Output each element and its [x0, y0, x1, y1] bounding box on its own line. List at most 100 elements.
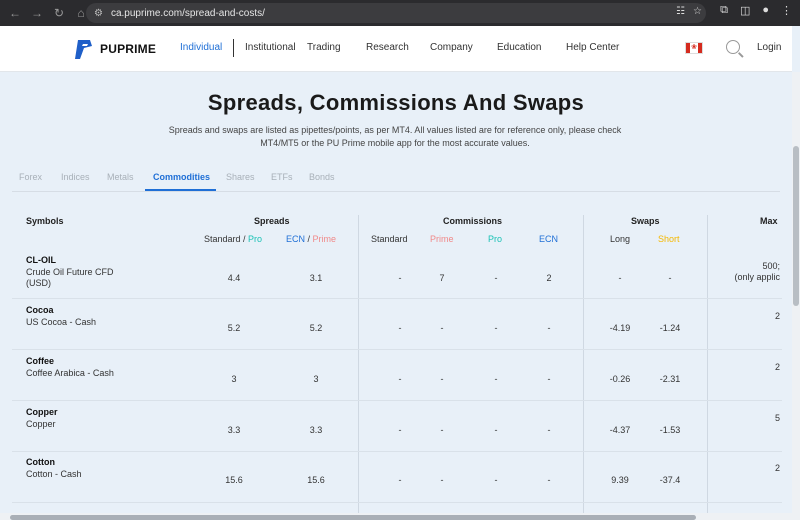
row-separator	[12, 400, 782, 401]
sub-ecn: ECN	[286, 234, 306, 244]
cell-com-prime: -	[440, 475, 444, 485]
cell-com-ecn: -	[547, 475, 551, 485]
cell-spread-std: 3	[231, 374, 237, 384]
cell-com-std: -	[398, 425, 402, 435]
tab-indices[interactable]: Indices	[61, 172, 90, 182]
tab-forex[interactable]: Forex	[19, 172, 42, 182]
cell-com-ecn: 2	[546, 273, 552, 283]
cell-com-std: -	[398, 475, 402, 485]
cell-com-pro: -	[494, 374, 498, 384]
back-arrow-icon[interactable]: ←	[6, 4, 24, 22]
site-header: PUPRIME Individual Institutional Trading…	[0, 26, 792, 72]
bookmark-star-icon[interactable]: ☆	[693, 6, 702, 17]
translate-icon[interactable]: ☷	[676, 6, 685, 17]
cell-spread-std: 3.3	[227, 425, 241, 435]
cell-spread-ecn: 3.1	[309, 273, 323, 283]
cell-swap-short: -	[668, 273, 672, 283]
symbol-code: Copper	[26, 407, 58, 417]
instrument-tabs: Forex Indices Metals Commodities Shares …	[12, 164, 780, 192]
cell-swap-long: -4.19	[609, 323, 631, 333]
cell-swap-long: -0.26	[609, 374, 631, 384]
spread-sub-ecn-prime: ECN / Prime	[286, 234, 336, 244]
symbol-name: Cotton - Cash	[26, 469, 82, 479]
cell-spread-ecn: 15.6	[307, 475, 325, 485]
row-separator	[12, 349, 782, 350]
side-panel-icon[interactable]: ◫	[740, 4, 750, 17]
nav-company[interactable]: Company	[430, 42, 473, 53]
nav-trading[interactable]: Trading	[307, 42, 341, 53]
reload-icon[interactable]: ↻	[50, 4, 68, 22]
vertical-scrollbar-thumb[interactable]	[793, 146, 799, 306]
puprime-logo-icon	[75, 40, 92, 59]
sub-prime: Prime	[312, 234, 337, 244]
swaps-header: Swaps	[631, 216, 660, 226]
spread-sub-standard-pro: Standard / Pro	[204, 234, 262, 244]
forward-arrow-icon[interactable]: →	[28, 4, 46, 22]
symbol-code: CL-OIL	[26, 255, 56, 265]
extensions-icon[interactable]: ⧉	[720, 4, 728, 17]
nav-help-center[interactable]: Help Center	[566, 42, 619, 53]
cell-swap-short: -1.53	[659, 425, 681, 435]
cell-com-prime: 7	[439, 273, 445, 283]
logo-text: PUPRIME	[100, 42, 157, 56]
cell-spread-std: 4.4	[227, 273, 241, 283]
cell-com-pro: -	[494, 475, 498, 485]
column-divider	[707, 215, 708, 520]
cell-swap-short: -2.31	[659, 374, 681, 384]
column-divider	[358, 215, 359, 520]
commission-sub-ecn: ECN	[539, 234, 559, 244]
cell-spread-std: 15.6	[225, 475, 243, 485]
active-tab-indicator	[145, 189, 216, 191]
symbol-code: Cotton	[26, 457, 55, 467]
tab-commodities[interactable]: Commodities	[153, 172, 210, 182]
nav-education[interactable]: Education	[497, 42, 541, 53]
nav-individual[interactable]: Individual	[180, 42, 222, 53]
cell-max: 5	[774, 413, 780, 423]
tab-etfs[interactable]: ETFs	[271, 172, 293, 182]
tab-metals[interactable]: Metals	[107, 172, 134, 182]
spreads-table: Symbols Spreads Commissions Swaps Max St…	[12, 205, 782, 520]
symbol-name: Crude Oil Future CFD (USD)	[26, 267, 114, 288]
nav-institutional[interactable]: Institutional	[245, 42, 296, 53]
row-separator	[12, 502, 782, 503]
symbol-name: Copper	[26, 419, 56, 429]
cell-com-ecn: -	[547, 425, 551, 435]
cell-com-prime: -	[440, 374, 444, 384]
cell-com-std: -	[398, 374, 402, 384]
cell-max: 2	[774, 362, 780, 372]
tab-shares[interactable]: Shares	[226, 172, 255, 182]
swap-sub-short: Short	[658, 234, 680, 244]
cell-com-ecn: -	[547, 374, 551, 384]
commission-sub-standard: Standard	[371, 234, 408, 244]
url-text[interactable]: ca.puprime.com/spread-and-costs/	[111, 8, 265, 19]
cell-com-std: -	[398, 323, 402, 333]
nav-research[interactable]: Research	[366, 42, 409, 53]
cell-com-pro: -	[494, 273, 498, 283]
cell-com-pro: -	[494, 323, 498, 333]
commissions-header: Commissions	[443, 216, 503, 226]
tab-bonds[interactable]: Bonds	[309, 172, 335, 182]
more-menu-icon[interactable]: ⋮	[781, 4, 792, 17]
cell-com-prime: -	[440, 425, 444, 435]
search-icon[interactable]	[726, 40, 740, 54]
page-title: Spreads, Commissions And Swaps	[207, 90, 585, 115]
sub-pro: Pro	[248, 234, 263, 244]
commission-sub-prime: Prime	[430, 234, 454, 244]
cell-swap-short: -1.24	[659, 323, 681, 333]
page-description: Spreads and swaps are listed as pipettes…	[168, 125, 622, 148]
cell-swap-long: -	[618, 273, 622, 283]
horizontal-scrollbar-thumb[interactable]	[10, 515, 696, 520]
address-bar[interactable]: ⚙ ca.puprime.com/spread-and-costs/ ☷ ☆	[86, 3, 706, 23]
max-header: Max	[760, 216, 778, 226]
canada-flag-icon[interactable]: ❀	[685, 42, 703, 54]
cell-max: 500;	[762, 261, 780, 271]
sub-sep: /	[240, 234, 249, 244]
site-info-icon[interactable]: ⚙	[94, 8, 103, 19]
login-link[interactable]: Login	[757, 42, 781, 53]
cell-spread-ecn: 5.2	[309, 323, 323, 333]
profile-icon[interactable]: ●	[762, 4, 769, 17]
puprime-logo[interactable]: PUPRIME	[74, 38, 156, 60]
commission-sub-pro: Pro	[488, 234, 503, 244]
cell-max: 2	[774, 311, 780, 321]
symbol-code: Coffee	[26, 356, 55, 366]
